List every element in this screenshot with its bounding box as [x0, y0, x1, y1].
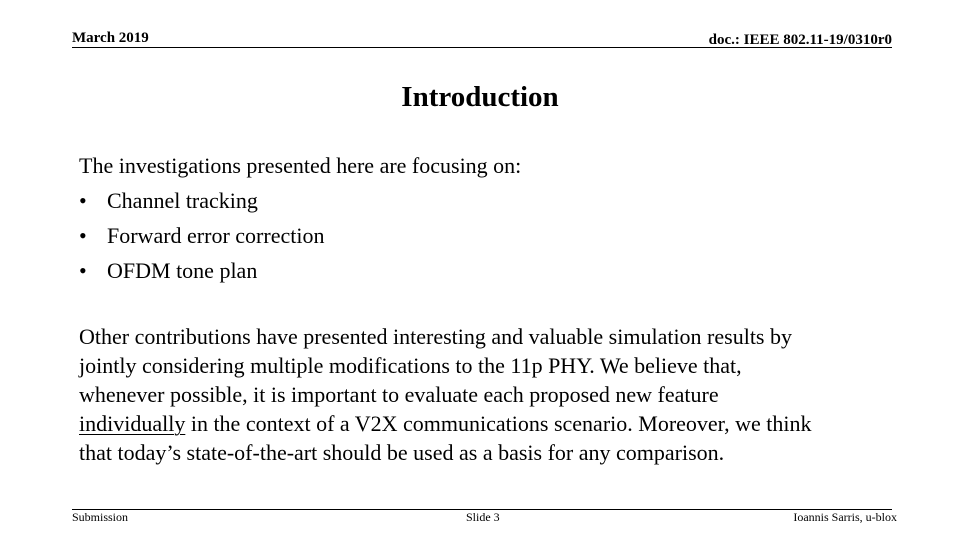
body-paragraph: Other contributions have presented inter…: [79, 322, 899, 467]
footer-author: Ioannis Sarris, u-blox: [793, 510, 897, 524]
emphasis-underlined: individually: [79, 411, 186, 436]
bullet-item: • Channel tracking: [79, 183, 899, 218]
slide: March 2019 doc.: IEEE 802.11-19/0310r0 I…: [0, 0, 960, 540]
bullet-text: OFDM tone plan: [107, 258, 258, 283]
header-divider: [72, 47, 892, 48]
bullet-icon: •: [79, 188, 87, 213]
paragraph-line: whenever possible, it is important to ev…: [79, 382, 719, 407]
bullet-item: • Forward error correction: [79, 218, 899, 253]
footer-slide-number: Slide 3: [466, 510, 500, 524]
bullet-text: Forward error correction: [107, 223, 325, 248]
bullet-icon: •: [79, 258, 87, 283]
bullet-icon: •: [79, 223, 87, 248]
slide-title: Introduction: [401, 81, 559, 113]
paragraph-line: Other contributions have presented inter…: [79, 324, 792, 349]
focus-list-block: The investigations presented here are fo…: [79, 148, 899, 288]
header-date: March 2019: [72, 30, 149, 46]
bullet-item: • OFDM tone plan: [79, 253, 899, 288]
paragraph-line-rest: in the context of a V2X communications s…: [185, 411, 812, 436]
paragraph-line: that today’s state-of-the-art should be …: [79, 440, 725, 465]
paragraph-line: individually in the context of a V2X com…: [79, 409, 899, 438]
bullet-text: Channel tracking: [107, 188, 258, 213]
intro-text: The investigations presented here are fo…: [79, 153, 522, 178]
footer-submission: Submission: [72, 510, 129, 524]
paragraph-line: jointly considering multiple modificatio…: [79, 353, 742, 378]
